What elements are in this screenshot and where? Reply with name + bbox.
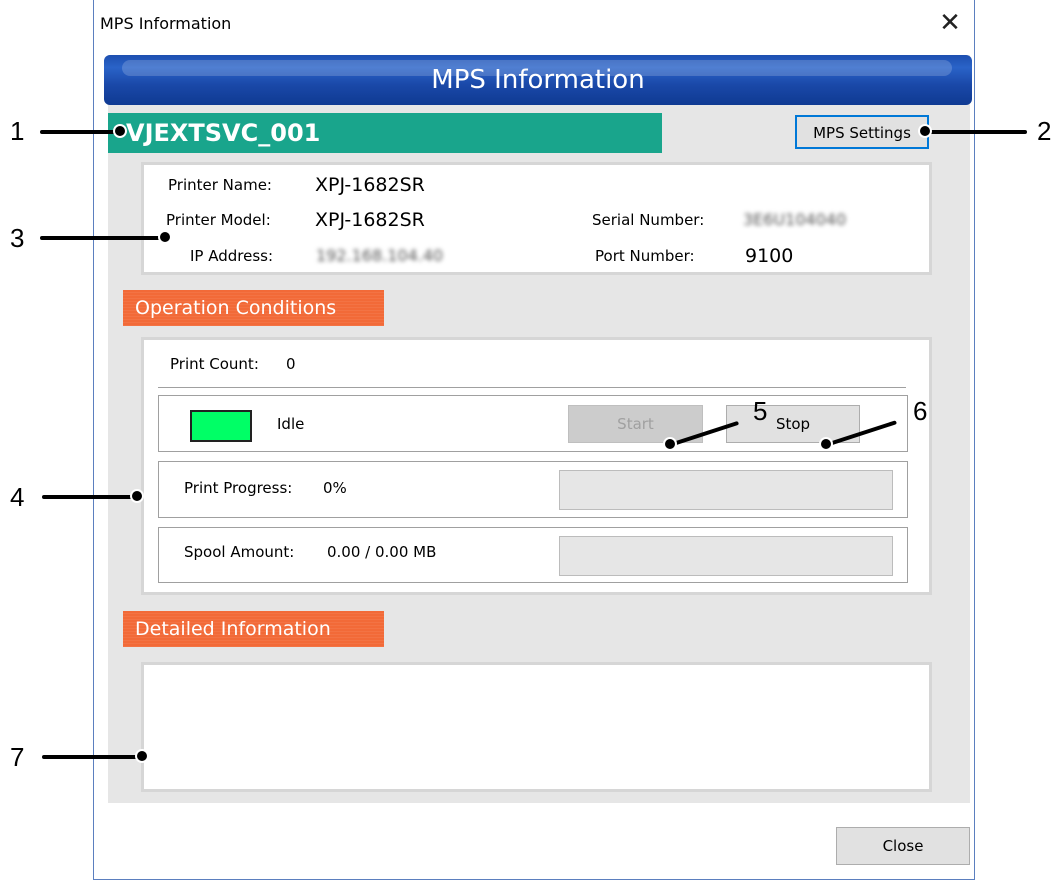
- print-progress-value: 0%: [323, 479, 347, 497]
- window-title: MPS Information: [100, 14, 232, 33]
- serial-number-label: Serial Number:: [592, 211, 705, 229]
- callout-dot-6: [819, 437, 833, 451]
- callout-5: 5: [753, 396, 768, 426]
- printer-model-label: Printer Model:: [166, 211, 271, 229]
- printer-model-value: XPJ-1682SR: [315, 209, 425, 231]
- port-number-label: Port Number:: [595, 247, 695, 265]
- detailed-information-header: Detailed Information: [123, 611, 384, 647]
- callout-dot-5: [663, 437, 677, 451]
- ip-address-label: IP Address:: [190, 247, 274, 265]
- print-count-value: 0: [286, 355, 296, 373]
- callout-dot-7: [135, 749, 149, 763]
- print-count-label: Print Count:: [170, 355, 259, 373]
- callout-dot-1: [113, 124, 127, 138]
- callout-4: 4: [10, 482, 25, 512]
- printer-name-value: XPJ-1682SR: [315, 174, 425, 196]
- callout-line-4: [42, 495, 137, 499]
- callout-dot-2: [918, 124, 932, 138]
- spool-amount-label: Spool Amount:: [184, 543, 295, 561]
- callout-2: 2: [1037, 116, 1052, 146]
- callout-line-3: [40, 236, 165, 240]
- callout-6: 6: [913, 396, 928, 426]
- spool-amount-bar: [559, 536, 893, 576]
- callout-3: 3: [10, 223, 25, 253]
- start-button[interactable]: Start: [568, 405, 703, 443]
- serial-number-value: 3E6U104040: [743, 210, 847, 229]
- callout-dot-3: [158, 230, 172, 244]
- operation-conditions-header: Operation Conditions: [123, 290, 384, 326]
- close-button[interactable]: Close: [836, 827, 970, 865]
- callout-dot-4: [130, 489, 144, 503]
- print-progress-label: Print Progress:: [184, 479, 293, 497]
- banner-gloss: [122, 60, 952, 76]
- callout-line-2: [925, 130, 1027, 134]
- ip-address-value: 192.168.104.40: [316, 246, 444, 265]
- print-progress-bar: [559, 470, 893, 510]
- detailed-information-box: [141, 662, 932, 792]
- printer-name-label: Printer Name:: [168, 176, 272, 194]
- mps-settings-button[interactable]: MPS Settings: [795, 115, 929, 149]
- callout-line-7: [42, 755, 142, 759]
- port-number-value: 9100: [745, 245, 794, 267]
- spool-amount-value: 0.00 / 0.00 MB: [327, 543, 437, 561]
- divider: [158, 387, 906, 388]
- status-text: Idle: [277, 415, 305, 433]
- callout-1: 1: [10, 116, 25, 146]
- status-indicator: [190, 410, 252, 442]
- job-name-bar: VJEXTSVC_001: [108, 113, 662, 153]
- callout-line-1: [40, 130, 120, 134]
- callout-7: 7: [10, 742, 25, 772]
- close-icon[interactable]: ✕: [930, 6, 970, 40]
